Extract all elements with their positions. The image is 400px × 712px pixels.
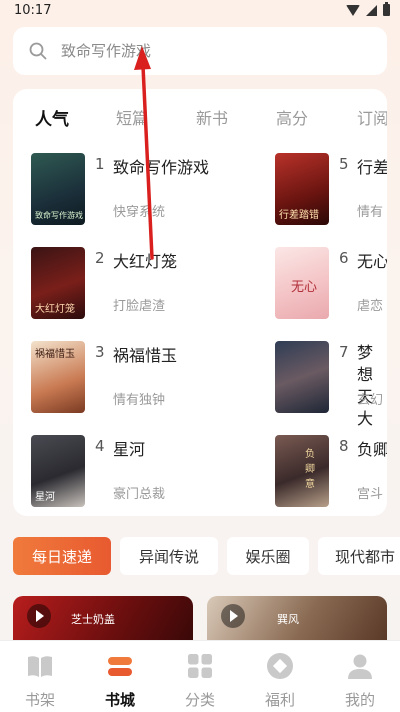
category-chips: 每日速递 异闻传说 娱乐圈 现代都市 <box>0 537 400 575</box>
book-item[interactable]: 星河 4 星河 豪门总裁 <box>31 435 261 513</box>
book-item[interactable]: 致命写作游戏 1 致命写作游戏 快穿系统 <box>31 153 261 231</box>
book-title: 致命写作游戏 <box>113 158 210 177</box>
audio-card[interactable]: 巽风 <box>207 596 387 640</box>
book-cover <box>275 341 329 413</box>
book-title: 祸福惜玉 <box>113 346 178 365</box>
status-time: 10:17 <box>14 3 52 18</box>
nav-category[interactable]: 分类 <box>160 641 240 712</box>
chip-daily[interactable]: 每日速递 <box>13 537 111 575</box>
cover-title: 大红灯笼 <box>35 304 75 315</box>
bookshelf-icon <box>28 656 52 677</box>
book-cover: 行差踏错 <box>275 153 329 225</box>
book-tag: 打脸虐渣 <box>113 299 166 314</box>
nav-label: 我的 <box>344 691 375 709</box>
book-title: 星河 <box>113 440 146 459</box>
search-icon <box>29 42 47 60</box>
rank-number: 6 <box>339 249 349 267</box>
tab-high-score[interactable]: 高分 <box>276 105 308 129</box>
book-tag: 情有独钟 <box>113 393 166 408</box>
book-cover: 星河 <box>31 435 85 507</box>
rank-number: 2 <box>95 249 105 267</box>
nav-bookstore[interactable]: 书城 <box>80 641 160 712</box>
book-title: 梦想天大 <box>357 343 374 428</box>
audio-title: 芝士奶盖 <box>71 613 115 626</box>
wifi-icon <box>346 4 360 16</box>
book-tag: 快穿系统 <box>113 205 166 220</box>
audio-title: 巽风 <box>277 613 299 626</box>
chip-entertainment[interactable]: 娱乐圈 <box>227 537 309 575</box>
profile-icon <box>348 654 372 679</box>
book-tag: 虐恋 <box>357 299 384 314</box>
audio-card[interactable]: 芝士奶盖 <box>13 596 193 640</box>
nav-label: 书城 <box>104 691 135 709</box>
bottom-nav: 书架 书城 分类 福利 我的 <box>0 640 400 712</box>
book-item[interactable]: 7 梦想天大 玄幻 <box>275 341 387 428</box>
tab-popular[interactable]: 人气 <box>35 105 69 130</box>
book-cover: 致命写作游戏 <box>31 153 85 225</box>
play-icon[interactable] <box>27 604 51 628</box>
cover-title: 致命写作游戏 <box>35 211 83 220</box>
rank-number: 4 <box>95 437 105 455</box>
book-cover: 祸福惜玉 <box>31 341 85 413</box>
book-item[interactable]: 祸福惜玉 3 祸福惜玉 情有独钟 <box>31 341 261 419</box>
ranking-list: 致命写作游戏 1 致命写作游戏 快穿系统 大红灯笼 2 大红灯笼 打脸虐渣 祸福… <box>13 141 387 516</box>
nav-bookshelf[interactable]: 书架 <box>0 641 80 712</box>
rank-number: 5 <box>339 155 349 173</box>
chip-urban[interactable]: 现代都市 <box>318 537 400 575</box>
search-bar[interactable] <box>13 27 387 75</box>
nav-welfare[interactable]: 福利 <box>240 641 320 712</box>
nav-profile[interactable]: 我的 <box>320 641 400 712</box>
play-icon[interactable] <box>221 604 245 628</box>
tab-new[interactable]: 新书 <box>196 105 228 129</box>
chip-legends[interactable]: 异闻传说 <box>120 537 218 575</box>
cover-title: 祸福惜玉 <box>35 349 75 360</box>
tab-subscribe[interactable]: 订阅 <box>357 105 387 129</box>
book-cover: 大红灯笼 <box>31 247 85 319</box>
bookstore-icon <box>108 657 132 676</box>
rank-number: 3 <box>95 343 105 361</box>
book-cover: 负卿意 <box>275 435 329 507</box>
book-item[interactable]: 无心 6 无心 虐恋 <box>275 247 387 325</box>
book-title: 负卿 <box>357 440 387 459</box>
book-tag: 宫斗 <box>357 487 384 502</box>
battery-icon <box>383 2 390 16</box>
cover-title: 行差踏错 <box>279 210 319 221</box>
book-item[interactable]: 行差踏错 5 行差 情有 <box>275 153 387 231</box>
book-item[interactable]: 负卿意 8 负卿 宫斗 <box>275 435 387 513</box>
status-bar: 10:17 <box>0 0 400 24</box>
book-title: 大红灯笼 <box>113 252 178 271</box>
book-cover: 无心 <box>275 247 329 319</box>
nav-label: 分类 <box>184 691 215 709</box>
nav-label: 书架 <box>24 691 55 709</box>
nav-label: 福利 <box>264 691 295 709</box>
rank-number: 7 <box>339 343 349 361</box>
book-title: 无心 <box>357 252 387 271</box>
rank-number: 1 <box>95 155 105 173</box>
welfare-icon <box>267 653 293 679</box>
rank-number: 8 <box>339 437 349 455</box>
ranking-card: 人气 短篇 新书 高分 订阅 致命写作游戏 1 致命写作游戏 快穿系统 大红灯笼… <box>13 89 387 516</box>
cover-title: 无心 <box>291 280 318 295</box>
search-input[interactable] <box>61 39 361 63</box>
signal-icon <box>366 4 377 16</box>
book-tag: 玄幻 <box>357 393 384 408</box>
book-tag: 情有 <box>357 205 384 220</box>
cover-title: 星河 <box>35 492 55 503</box>
ranking-tabs: 人气 短篇 新书 高分 订阅 <box>13 89 387 141</box>
category-icon <box>188 654 212 678</box>
cover-title: 负卿意 <box>305 449 315 490</box>
tab-short[interactable]: 短篇 <box>116 105 148 129</box>
book-title: 行差 <box>357 158 387 177</box>
book-item[interactable]: 大红灯笼 2 大红灯笼 打脸虐渣 <box>31 247 261 325</box>
status-icons <box>346 2 390 16</box>
book-tag: 豪门总裁 <box>113 487 166 502</box>
